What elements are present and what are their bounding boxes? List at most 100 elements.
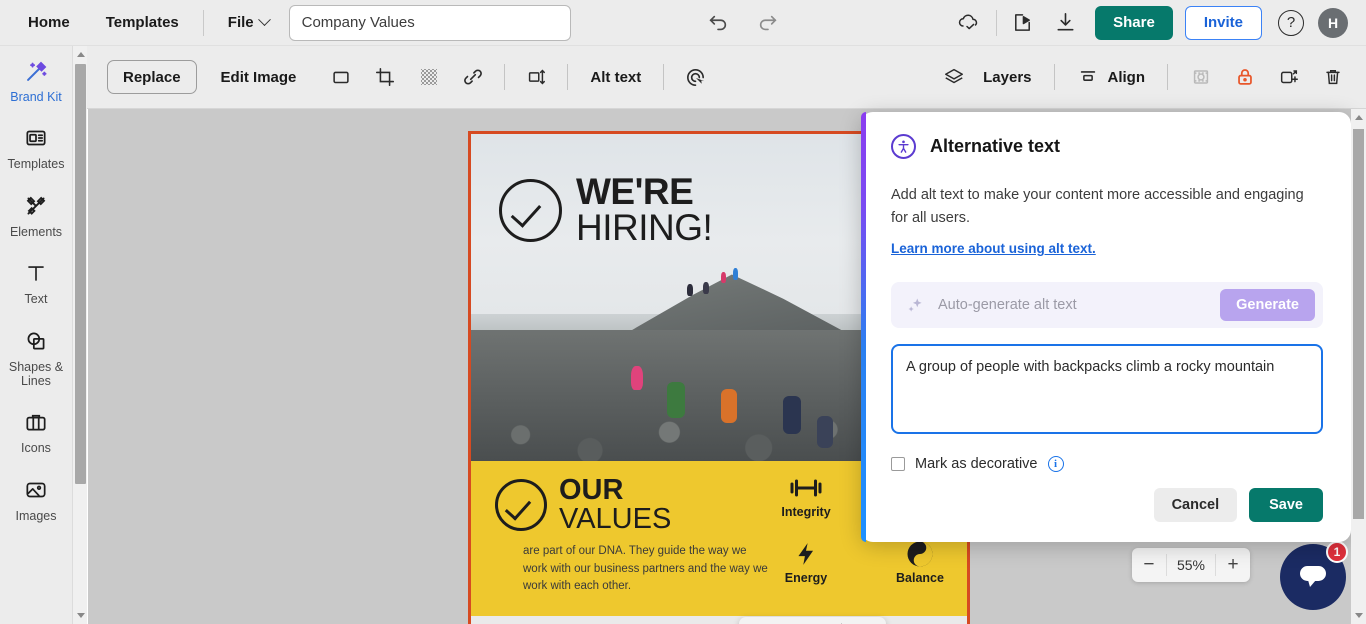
present-icon xyxy=(1015,14,1031,31)
canvas-scrollbar-thumb[interactable] xyxy=(1353,129,1364,519)
align-button[interactable]: Align xyxy=(1077,66,1146,88)
nav-home[interactable]: Home xyxy=(28,14,70,31)
value-label: Energy xyxy=(784,571,828,585)
replace-button[interactable]: Replace xyxy=(107,60,197,94)
dialog-description: Add alt text to make your content more a… xyxy=(891,187,1304,226)
info-icon[interactable]: i xyxy=(1047,456,1064,473)
link-button[interactable] xyxy=(462,66,484,88)
toolbar-divider-3 xyxy=(504,64,506,90)
alternative-text-dialog: Alternative text Add alt text to make yo… xyxy=(861,112,1351,542)
position-size-icon xyxy=(529,69,546,85)
edit-image-icon-button[interactable] xyxy=(842,617,886,624)
sidebar-item-text[interactable]: Text xyxy=(0,248,72,315)
download-button[interactable] xyxy=(1054,11,1077,34)
dumbbell-icon xyxy=(790,479,822,497)
yin-yang-icon xyxy=(907,541,933,567)
left-sidebar: Brand Kit Templates Elements Text Shapes… xyxy=(0,46,72,624)
sidebar-item-images[interactable]: Images xyxy=(0,465,72,532)
delete-button[interactable] xyxy=(1322,66,1344,88)
sidebar-label-brand-kit: Brand Kit xyxy=(10,90,62,104)
dialog-header: Alternative text xyxy=(891,134,1323,159)
present-button[interactable] xyxy=(1011,11,1034,34)
hiring-headline-group[interactable]: WE'RE HIRING! xyxy=(499,173,713,246)
climber-figure xyxy=(703,282,709,294)
scroll-down-arrow-icon[interactable] xyxy=(77,613,85,618)
mark-decorative-label: Mark as decorative xyxy=(915,456,1038,473)
document-title-input[interactable] xyxy=(288,4,571,41)
toolbar-divider-4 xyxy=(567,64,569,90)
elements-icon xyxy=(23,192,49,220)
share-button[interactable]: Share xyxy=(1095,5,1173,40)
crop-button[interactable] xyxy=(374,66,396,88)
sidebar-item-elements[interactable]: Elements xyxy=(0,181,72,248)
duplicate-icon xyxy=(1280,70,1298,84)
file-menu[interactable]: File xyxy=(228,13,271,31)
alt-text-button[interactable]: Alt text xyxy=(590,69,641,86)
climber-figure xyxy=(667,382,685,418)
sparkle-icon xyxy=(908,298,922,312)
zoom-control: − 55% + xyxy=(1131,548,1250,582)
climber-figure xyxy=(721,272,726,283)
duplicate-button[interactable] xyxy=(1278,66,1300,88)
value-balance: Balance xyxy=(883,539,957,585)
chat-unread-badge: 1 xyxy=(1326,541,1348,563)
zoom-in-button[interactable]: + xyxy=(1216,548,1250,582)
mark-decorative-checkbox[interactable] xyxy=(891,457,905,472)
sidebar-scrollbar[interactable] xyxy=(72,46,87,624)
mark-decorative-row: Mark as decorative i xyxy=(891,456,1323,473)
templates-icon xyxy=(23,124,49,152)
cloud-saved-button[interactable] xyxy=(956,10,982,36)
save-button[interactable]: Save xyxy=(1249,488,1323,523)
lock-icon xyxy=(1238,69,1252,85)
undo-button[interactable] xyxy=(707,12,729,34)
nav-templates[interactable]: Templates xyxy=(106,14,179,31)
sidebar-item-brand-kit[interactable]: Brand Kit xyxy=(0,46,72,113)
scroll-up-arrow-icon[interactable] xyxy=(1355,115,1363,120)
align-label: Align xyxy=(1107,68,1146,86)
dialog-title: Alternative text xyxy=(930,136,1061,156)
scroll-down-arrow-icon[interactable] xyxy=(1355,613,1363,618)
learn-more-link[interactable]: Learn more about using alt text. xyxy=(891,241,1096,256)
zoom-out-button[interactable]: − xyxy=(1132,548,1166,582)
toolbar-divider-5 xyxy=(663,64,665,90)
lock-button[interactable] xyxy=(1234,66,1256,88)
icons-icon xyxy=(23,408,49,436)
cancel-button[interactable]: Cancel xyxy=(1153,488,1238,523)
sidebar-scrollbar-thumb[interactable] xyxy=(75,64,86,484)
sidebar-item-templates[interactable]: Templates xyxy=(0,113,72,180)
delete-icon xyxy=(1326,70,1340,85)
invite-button[interactable]: Invite xyxy=(1184,5,1262,40)
top-bar: Home Templates File Company Values Share… xyxy=(0,0,1366,46)
transparency-button[interactable] xyxy=(418,66,440,88)
chevron-down-icon xyxy=(257,13,271,27)
position-size-button[interactable] xyxy=(525,66,547,88)
mask-button[interactable] xyxy=(1190,66,1212,88)
bottom-section[interactable]: OUR xyxy=(471,616,967,624)
shapes-lines-icon xyxy=(23,327,49,355)
zoom-level-value[interactable]: 55% xyxy=(1165,554,1216,576)
animate-button[interactable] xyxy=(684,66,707,89)
chat-button[interactable]: 1 xyxy=(1280,541,1348,610)
redo-button[interactable] xyxy=(757,12,779,34)
layers-button[interactable]: Layers xyxy=(943,66,1032,88)
sidebar-item-icons[interactable]: Icons xyxy=(0,397,72,464)
canvas-scrollbar[interactable] xyxy=(1351,109,1366,624)
value-icons-row-2: Energy Balance xyxy=(769,539,957,585)
layers-icon xyxy=(945,68,964,84)
scroll-up-arrow-icon[interactable] xyxy=(77,52,85,57)
edit-image-button[interactable]: Edit Image xyxy=(221,69,297,86)
replace-image-button[interactable]: Replace xyxy=(739,617,841,624)
magic-wand-icon xyxy=(23,57,50,85)
value-label: Integrity xyxy=(781,505,831,519)
sidebar-item-shapes-lines[interactable]: Shapes & Lines xyxy=(0,316,72,398)
generate-button[interactable]: Generate xyxy=(1220,289,1315,322)
avatar[interactable]: H xyxy=(1318,7,1348,38)
help-button[interactable]: ? xyxy=(1278,9,1304,36)
transparency-icon xyxy=(421,69,438,85)
frame-button[interactable] xyxy=(330,66,352,88)
alt-text-input[interactable] xyxy=(891,344,1323,435)
sidebar-label-icons: Icons xyxy=(21,441,51,456)
climber-figure xyxy=(783,396,801,434)
context-toolbar: Replace Edit Image Alt text Layers Align xyxy=(0,46,1366,109)
frame-icon xyxy=(333,71,350,84)
